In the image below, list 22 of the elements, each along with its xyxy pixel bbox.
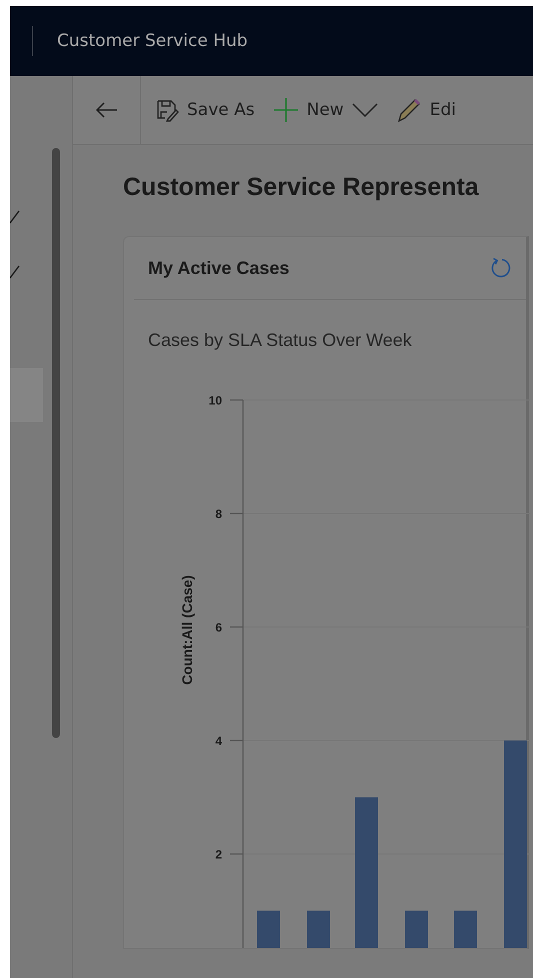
save-as-button[interactable]: Save As (151, 92, 259, 128)
app-title: Customer Service Hub (57, 31, 248, 51)
pencil-icon (396, 97, 422, 123)
y-tick-label: 8 (215, 507, 222, 521)
back-arrow-icon (94, 101, 118, 119)
plus-icon (272, 97, 299, 123)
edit-button[interactable]: Edi (392, 91, 460, 129)
y-axis-label: Count:All (Case) (179, 575, 195, 685)
y-tick-label: 2 (215, 848, 222, 862)
refresh-icon[interactable] (490, 257, 512, 279)
page-title: Customer Service Representa (123, 173, 480, 202)
new-button[interactable]: New (268, 91, 348, 129)
save-icon (155, 98, 179, 122)
chart-title: Cases by SLA Status Over Week (148, 330, 413, 351)
y-tick-label: 10 (208, 394, 222, 408)
y-tick-label: 4 (215, 734, 222, 748)
chevron-icon[interactable] (10, 265, 20, 279)
chevron-icon[interactable] (10, 210, 20, 224)
card-title: My Active Cases (148, 258, 290, 278)
scrollbar[interactable] (52, 148, 60, 738)
y-tick-label: 6 (215, 620, 222, 634)
chevron-down-icon (352, 103, 378, 117)
